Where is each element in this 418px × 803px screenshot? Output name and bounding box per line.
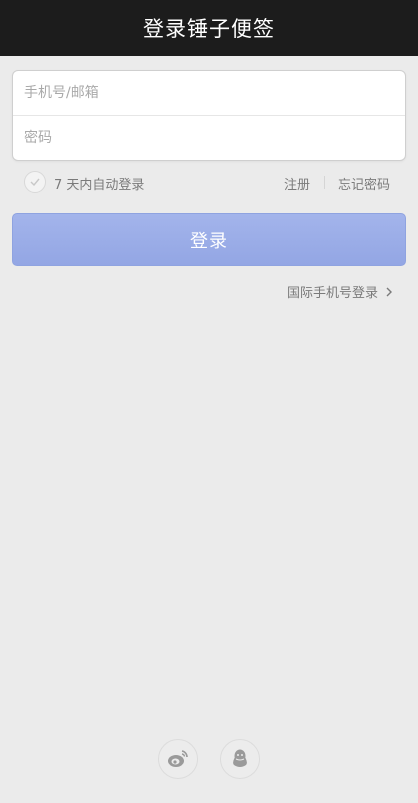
weibo-login-button[interactable] <box>158 739 198 779</box>
login-options: 7 天内自动登录 注册 忘记密码 <box>12 167 404 197</box>
app-header: 登录锤子便签 <box>0 0 418 56</box>
intl-phone-login-link[interactable]: 国际手机号登录 <box>287 282 392 301</box>
register-link[interactable]: 注册 <box>284 174 310 193</box>
check-icon <box>30 178 40 186</box>
qq-icon <box>233 749 247 767</box>
login-button-label: 登录 <box>190 230 228 252</box>
login-form <box>12 70 406 161</box>
forgot-password-link[interactable]: 忘记密码 <box>338 174 390 193</box>
weibo-icon <box>168 750 188 767</box>
link-separator <box>324 176 325 189</box>
password-input[interactable] <box>13 116 405 160</box>
login-button[interactable]: 登录 <box>12 213 406 266</box>
phone-email-input[interactable] <box>13 71 405 115</box>
chevron-right-icon <box>386 287 392 297</box>
qq-login-button[interactable] <box>220 739 260 779</box>
remember-checkbox[interactable] <box>24 171 46 193</box>
intl-login-label: 国际手机号登录 <box>286 286 378 301</box>
remember-label: 7 天内自动登录 <box>54 178 145 193</box>
page-title: 登录锤子便签 <box>143 17 275 41</box>
